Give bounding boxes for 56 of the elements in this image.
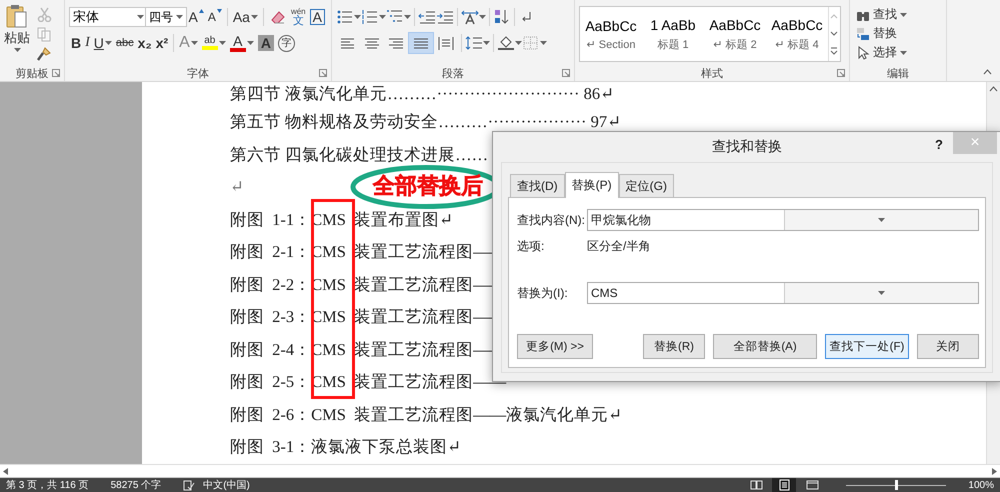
italic-button[interactable]: I xyxy=(83,32,92,54)
help-button[interactable]: ? xyxy=(935,137,943,152)
replace-with-field[interactable]: CMS xyxy=(587,282,979,304)
dialog-button[interactable]: 替换(R) xyxy=(643,334,705,359)
subscript-button[interactable]: x₂ xyxy=(136,32,154,54)
bold-button[interactable]: B xyxy=(69,32,84,54)
zoom-level[interactable]: 100% xyxy=(968,480,994,490)
group-label: 编辑 xyxy=(887,66,909,80)
font-color-button[interactable]: A xyxy=(228,32,256,54)
group-label: 剪贴板 xyxy=(16,66,48,80)
figure-caption: 附图 3-1：液氯液下泵总装图↵ xyxy=(230,436,461,458)
options-text: 区分全/半角 xyxy=(587,238,650,254)
dialog-button[interactable]: 全部替换(A) xyxy=(713,334,817,359)
font-size-dropdown[interactable]: 四号 xyxy=(144,7,186,27)
character-shading-button[interactable]: A xyxy=(256,32,276,54)
group-label: 字体 xyxy=(187,66,209,80)
find-button[interactable]: 查找 xyxy=(854,5,942,24)
group-label: 段落 xyxy=(442,66,464,80)
figure-caption: 附图 2-6：CMS 装置工艺流程图——液氯汽化单元↵ xyxy=(230,404,622,426)
dialog-tab[interactable]: 定位(G) xyxy=(618,174,674,197)
toc-entry: 第六节 四氯化碳处理技术进展…… xyxy=(230,144,488,166)
dialog-button[interactable]: 关闭 xyxy=(917,334,979,359)
annotation-text: 全部替换后 xyxy=(373,175,483,199)
dialog-tab[interactable]: 替换(P) xyxy=(564,172,619,198)
replace-button[interactable]: 替换 xyxy=(854,24,942,43)
word-count[interactable]: 58275 个字 xyxy=(110,478,162,492)
highlight-button[interactable]: ab xyxy=(200,32,228,54)
style-option[interactable]: AaBbCc ↵ Section xyxy=(580,7,642,61)
field-label: 替换为(I): xyxy=(517,284,569,302)
change-case-button[interactable]: Aa xyxy=(230,6,260,28)
style-option[interactable]: AaBbCc ↵ 标题 2 xyxy=(704,7,766,61)
page-count[interactable]: 第 3 页，共 116 页 xyxy=(6,478,89,492)
language-label[interactable]: 中文(中国) xyxy=(203,478,250,492)
dialog-button[interactable]: 查找下一处(F) xyxy=(825,334,909,359)
dialog-title: 查找和替换 xyxy=(712,138,782,156)
style-option[interactable]: AaBbCc ↵ 标题 4 xyxy=(766,7,828,61)
phonetic-guide-button[interactable]: wén 文 xyxy=(288,6,308,28)
dialog-tab[interactable]: 查找(D) xyxy=(510,174,565,197)
group-label: 样式 xyxy=(701,66,723,80)
strikethrough-button[interactable]: abc xyxy=(114,32,136,54)
grow-font-button[interactable]: A xyxy=(186,6,206,28)
shrink-font-button[interactable]: A xyxy=(206,6,224,28)
underline-button[interactable]: U xyxy=(92,32,114,54)
style-option[interactable]: 1 AaBb 标题 1 xyxy=(642,7,704,61)
field-label: 选项: xyxy=(517,238,546,254)
select-button[interactable]: 选择 xyxy=(854,43,942,62)
paragraph-mark: ↵ xyxy=(230,176,244,198)
dialog-button[interactable]: 更多(M) >> xyxy=(517,334,593,359)
paste-button[interactable]: 粘贴 xyxy=(4,4,30,62)
font-name-dropdown[interactable]: 宋体 xyxy=(69,7,148,27)
field-label: 查找内容(N): xyxy=(517,212,586,228)
toc-entry: 第五节 物料规格及劳动安全………·················· 97↵ xyxy=(230,111,621,133)
toc-entry: 第四节 液氯汽化单元………·························· 86↵ xyxy=(230,83,614,105)
find-what-field[interactable]: 甲烷氯化物 xyxy=(587,209,979,231)
superscript-button[interactable]: x² xyxy=(154,32,170,54)
character-border-button[interactable]: A xyxy=(308,6,327,28)
